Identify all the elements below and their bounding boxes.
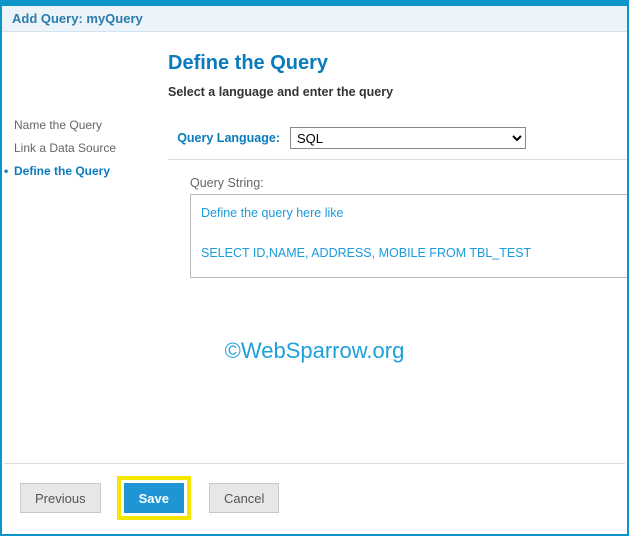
sidebar-step-name-query[interactable]: Name the Query — [14, 114, 160, 137]
save-highlight-box: Save — [117, 476, 191, 520]
cancel-button[interactable]: Cancel — [209, 483, 279, 513]
watermark-text: ©WebSparrow.org — [2, 338, 627, 364]
dialog-footer: Previous Save Cancel — [4, 463, 625, 532]
content-area: Name the Query Link a Data Source Define… — [2, 32, 627, 288]
wizard-sidebar: Name the Query Link a Data Source Define… — [2, 52, 160, 278]
sidebar-step-define-query[interactable]: Define the Query — [14, 160, 160, 183]
language-label: Query Language: — [168, 131, 284, 145]
query-string-input[interactable]: Define the query here like SELECT ID,NAM… — [190, 194, 627, 278]
dialog-title: Add Query: myQuery — [2, 6, 627, 32]
page-subtitle: Select a language and enter the query — [168, 85, 627, 99]
main-panel: Define the Query Select a language and e… — [160, 52, 627, 278]
query-string-label: Query String: — [190, 176, 627, 190]
previous-button[interactable]: Previous — [20, 483, 101, 513]
save-button[interactable]: Save — [124, 483, 184, 513]
query-language-select[interactable]: SQL — [290, 127, 526, 149]
sidebar-step-link-source[interactable]: Link a Data Source — [14, 137, 160, 160]
language-row: Query Language: SQL — [168, 127, 627, 160]
page-title: Define the Query — [168, 52, 627, 75]
